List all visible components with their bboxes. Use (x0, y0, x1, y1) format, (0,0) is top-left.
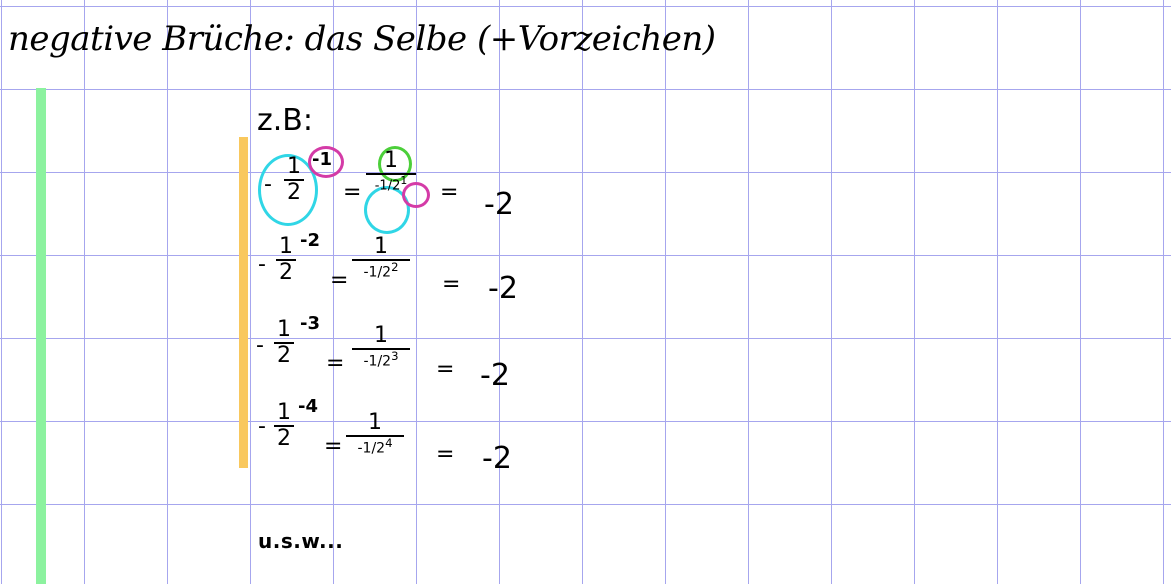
rhs-numerator: 1 (384, 148, 398, 173)
lhs-exponent: -2 (300, 230, 320, 251)
page-title: negative Brüche: das Selbe (+Vorzeichen) (8, 19, 716, 59)
fraction-bar (366, 173, 416, 175)
rhs-fraction: 1 -1/22 (352, 236, 410, 280)
continuation-text: u.s.w... (258, 529, 344, 553)
equals-sign: = (343, 180, 362, 205)
note-page: negative Brüche: das Selbe (+Vorzeichen)… (0, 0, 1171, 584)
lhs-sign: - (258, 414, 266, 439)
result: -2 (488, 271, 518, 306)
result: -2 (482, 441, 512, 476)
lhs-fraction: 1 2 (274, 402, 294, 450)
lhs-fraction: 1 2 (276, 236, 296, 284)
lhs-sign: - (258, 252, 266, 277)
result: -2 (480, 358, 510, 393)
equals-sign: = (324, 434, 343, 459)
equation-row-4: - 1 2 -4 = 1 -1/24 = -2 (256, 398, 576, 478)
rhs-fraction: 1 -1/23 (352, 325, 410, 369)
lhs-exponent: -3 (300, 313, 320, 334)
equals-sign: = (440, 180, 459, 205)
rhs-denominator: -1/21 (374, 174, 408, 194)
equation-row-1: - 1 2 -1 = 1 -1/21 = -2 (256, 146, 576, 234)
rhs-fraction: 1 -1/24 (346, 412, 404, 456)
orange-highlight-bar (239, 137, 248, 468)
lhs-fraction: 1 2 (274, 319, 294, 367)
lhs-exponent: -4 (298, 396, 318, 417)
lhs-fraction: 1 2 (284, 156, 304, 204)
green-margin-bar (36, 88, 46, 584)
equation-row-2: - 1 2 -2 = 1 -1/22 = -2 (256, 232, 576, 312)
equals-sign: = (436, 442, 455, 467)
rhs-fraction: 1 -1/21 (366, 150, 416, 192)
result: -2 (484, 187, 514, 222)
equals-sign: = (330, 268, 349, 293)
lhs-denominator: 2 (287, 180, 301, 205)
lhs-numerator: 1 (287, 154, 301, 179)
equation-row-3: - 1 2 -3 = 1 -1/23 = -2 (256, 315, 576, 395)
lhs-sign: - (264, 172, 272, 197)
equals-sign: = (436, 357, 455, 382)
example-label: z.B: (257, 103, 313, 138)
lhs-sign: - (256, 333, 264, 358)
lhs-exponent: -1 (312, 149, 332, 170)
equals-sign: = (442, 272, 461, 297)
equals-sign: = (326, 351, 345, 376)
